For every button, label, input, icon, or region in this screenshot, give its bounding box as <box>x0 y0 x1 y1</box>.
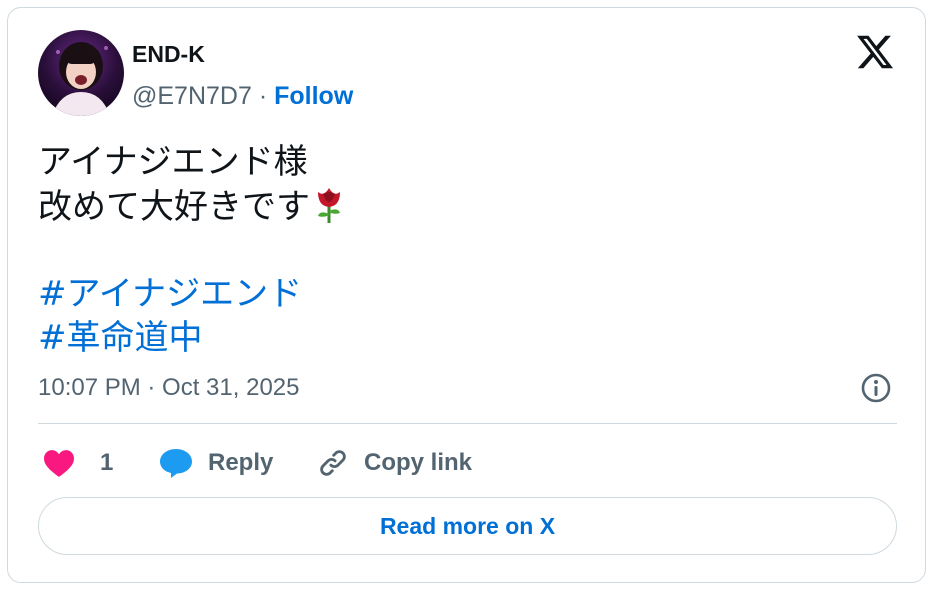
display-name[interactable]: END-K <box>132 40 205 68</box>
tweet-line-with-emoji: 改めて大好きです <box>38 184 346 228</box>
tweet-line: アイナジエンド様 <box>38 142 308 182</box>
heart-icon <box>44 450 74 477</box>
tweet-line: 改めて大好きです <box>38 187 310 227</box>
reply-bubble-icon <box>160 449 192 478</box>
user-handle[interactable]: @E7N7D7 <box>132 82 252 110</box>
tweet-text: アイナジエンド様 改めて大好きです #アイナジエンド #革命道中 <box>38 140 346 360</box>
reply-label: Reply <box>208 449 274 476</box>
like-count: 1 <box>100 449 114 476</box>
rose-emoji-icon <box>312 184 346 235</box>
separator: · <box>258 82 268 110</box>
copy-link-label: Copy link <box>364 449 473 476</box>
reply-button[interactable]: Reply <box>158 445 273 481</box>
hashtag-link[interactable]: #アイナジエンド <box>38 272 346 316</box>
copy-link-button[interactable]: Copy link <box>316 445 472 481</box>
hashtag-link[interactable]: #革命道中 <box>38 316 346 360</box>
handle-row: @E7N7D7 · Follow <box>132 81 353 111</box>
avatar[interactable] <box>38 30 124 116</box>
timestamp-link[interactable]: 10:07 PM · Oct 31, 2025 <box>38 373 299 403</box>
info-icon[interactable] <box>860 372 892 404</box>
tweet-embed-card: END-K @E7N7D7 · Follow アイナジエンド様 改めて大好きです… <box>7 7 926 583</box>
divider <box>38 423 897 424</box>
like-button[interactable]: 1 <box>42 445 113 481</box>
link-icon <box>320 450 346 476</box>
follow-link[interactable]: Follow <box>274 82 353 110</box>
read-more-button[interactable]: Read more on X <box>38 497 897 555</box>
x-logo-icon[interactable] <box>854 32 896 72</box>
